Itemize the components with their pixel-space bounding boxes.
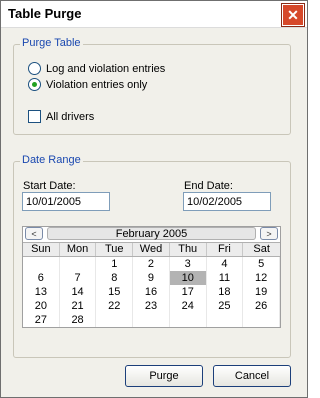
- calendar-day[interactable]: 20: [23, 299, 60, 313]
- calendar-day[interactable]: 8: [96, 271, 134, 285]
- weekday-0: Sun: [23, 243, 60, 256]
- date-range-group-label: Date Range: [20, 154, 83, 166]
- calendar-day[interactable]: 21: [60, 299, 97, 313]
- calendar-empty-cell: [133, 313, 170, 327]
- radio-label-violation-only: Violation entries only: [46, 78, 148, 91]
- calendar-day[interactable]: 2: [133, 257, 170, 271]
- chevron-left-icon: <: [31, 229, 37, 239]
- calendar-day[interactable]: 7: [60, 271, 97, 285]
- calendar-day[interactable]: 15: [96, 285, 134, 299]
- calendar-day[interactable]: 22: [96, 299, 134, 313]
- end-date-input[interactable]: 10/02/2005: [183, 192, 271, 211]
- calendar-day[interactable]: 24: [170, 299, 207, 313]
- radio-log-and-violation[interactable]: Log and violation entries: [28, 62, 165, 75]
- calendar-day[interactable]: 27: [23, 313, 60, 327]
- purge-table-group-label: Purge Table: [20, 37, 83, 49]
- calendar-day[interactable]: 23: [133, 299, 170, 313]
- purge-button[interactable]: Purge: [125, 365, 203, 387]
- chevron-right-icon: >: [266, 229, 272, 239]
- calendar-empty-cell: [23, 257, 60, 271]
- calendar-grid: Sun Mon Tue Wed Thu Fri Sat 1 2 3 4 5 6 7 8 9 10 11 12 13 1…: [23, 242, 280, 327]
- calendar-day[interactable]: 5: [243, 257, 280, 271]
- window-title: Table Purge: [8, 6, 82, 21]
- radio-button-log-and-violation[interactable]: [28, 62, 41, 75]
- calendar-day[interactable]: 17: [170, 285, 207, 299]
- close-icon: ✕: [287, 7, 299, 23]
- calendar-day[interactable]: 13: [23, 285, 60, 299]
- calendar-day[interactable]: 1: [96, 257, 134, 271]
- weekday-1: Mon: [60, 243, 97, 256]
- prev-month-button[interactable]: <: [25, 227, 43, 240]
- weekday-5: Fri: [207, 243, 244, 256]
- calendar-empty-cell: [60, 257, 97, 271]
- calendar-day[interactable]: 26: [243, 299, 280, 313]
- weekday-header: Sun Mon Tue Wed Thu Fri Sat: [23, 242, 280, 257]
- calendar-days: 1 2 3 4 5 6 7 8 9 10 11 12 13 14 15 16 17 18 19 20 21 22 23 24 2…: [23, 257, 280, 327]
- purge-table-group: Purge Table Log and violation entries Vi…: [13, 37, 291, 135]
- calendar-day[interactable]: 25: [207, 299, 244, 313]
- calendar-day[interactable]: 10: [169, 271, 207, 285]
- calendar-empty-cell: [207, 313, 244, 327]
- calendar-empty-cell: [170, 313, 207, 327]
- calendar-day[interactable]: 18: [207, 285, 244, 299]
- calendar-day[interactable]: 28: [60, 313, 97, 327]
- all-drivers-label: All drivers: [46, 110, 95, 123]
- radio-violation-only[interactable]: Violation entries only: [28, 78, 147, 91]
- calendar-day[interactable]: 9: [133, 271, 170, 285]
- month-label: February 2005: [47, 227, 256, 240]
- calendar-day[interactable]: 19: [243, 285, 280, 299]
- cancel-button[interactable]: Cancel: [213, 365, 291, 387]
- calendar-day[interactable]: 6: [23, 271, 60, 285]
- title-bar: Table Purge ✕: [1, 1, 307, 28]
- calendar-day[interactable]: 12: [243, 271, 280, 285]
- calendar: < February 2005 > Sun Mon Tue Wed Thu Fri Sat …: [22, 226, 281, 328]
- calendar-day[interactable]: 14: [60, 285, 97, 299]
- weekday-4: Thu: [170, 243, 207, 256]
- weekday-6: Sat: [253, 243, 270, 255]
- start-date-input[interactable]: 10/01/2005: [22, 192, 110, 211]
- calendar-empty-cell: [96, 313, 134, 327]
- all-drivers-checkbox-row[interactable]: All drivers: [28, 110, 94, 123]
- calendar-header: < February 2005 >: [23, 227, 280, 241]
- all-drivers-checkbox[interactable]: [28, 110, 41, 123]
- calendar-day[interactable]: 16: [133, 285, 170, 299]
- close-button[interactable]: ✕: [282, 4, 304, 26]
- next-month-button[interactable]: >: [260, 227, 278, 240]
- table-purge-dialog: Table Purge ✕ Purge Table Log and violat…: [0, 0, 308, 398]
- calendar-day[interactable]: 3: [170, 257, 207, 271]
- start-date-label: Start Date:: [23, 180, 76, 192]
- radio-button-violation-only[interactable]: [28, 78, 41, 91]
- calendar-day[interactable]: 4: [207, 257, 244, 271]
- calendar-day[interactable]: 11: [207, 271, 244, 285]
- weekday-2: Tue: [96, 243, 134, 256]
- radio-label-log-and-violation: Log and violation entries: [46, 62, 166, 75]
- weekday-3: Wed: [133, 243, 170, 256]
- calendar-empty-cell: [243, 313, 280, 327]
- end-date-label: End Date:: [184, 180, 233, 192]
